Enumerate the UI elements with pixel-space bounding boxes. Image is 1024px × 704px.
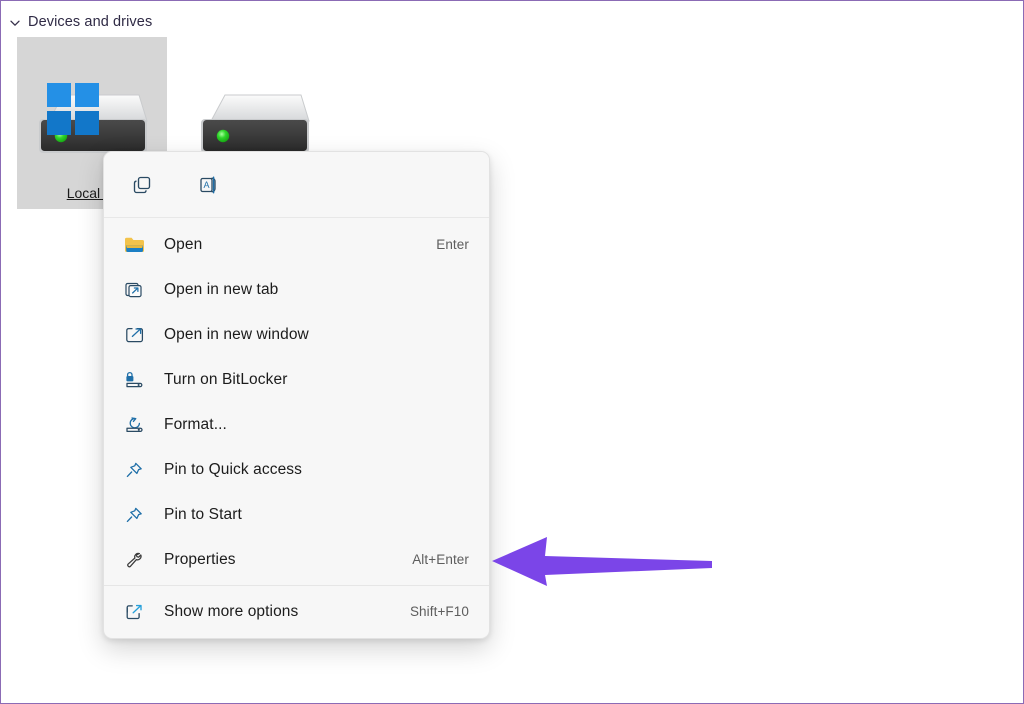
- context-menu-items: Open Enter Open in new tab Open in new w…: [104, 218, 489, 638]
- folder-open-icon: [124, 234, 150, 256]
- menu-item-label: Pin to Start: [164, 505, 242, 523]
- menu-item-label: Format...: [164, 415, 227, 433]
- menu-item-open-in-new-tab[interactable]: Open in new tab: [104, 267, 489, 312]
- open-new-tab-icon: [124, 279, 150, 301]
- menu-item-label: Show more options: [164, 602, 299, 620]
- windows-logo-icon: [47, 83, 99, 135]
- chevron-down-icon[interactable]: [9, 16, 21, 28]
- menu-item-label: Open in new window: [164, 325, 309, 343]
- screenshot-frame: Devices and drives Local Di A Open Enter…: [0, 0, 1024, 704]
- menu-item-format[interactable]: Format...: [104, 402, 489, 447]
- wrench-icon: [124, 549, 150, 571]
- context-menu-command-bar: A: [104, 152, 489, 218]
- bitlocker-icon: [124, 369, 150, 391]
- pin-icon: [124, 504, 150, 526]
- menu-item-label: Turn on BitLocker: [164, 370, 288, 388]
- menu-item-label: Open: [164, 235, 203, 253]
- menu-item-label: Pin to Quick access: [164, 460, 303, 478]
- hard-drive-icon: [193, 83, 315, 161]
- svg-text:A: A: [203, 180, 209, 190]
- copy-icon[interactable]: [124, 167, 160, 203]
- pin-icon: [124, 459, 150, 481]
- menu-item-label: Open in new tab: [164, 280, 279, 298]
- show-more-options-icon: [124, 601, 150, 623]
- menu-item-open-in-new-window[interactable]: Open in new window: [104, 312, 489, 357]
- menu-item-label: Properties: [164, 550, 236, 568]
- devices-and-drives-group-header[interactable]: Devices and drives: [9, 12, 152, 32]
- context-menu: A Open Enter Open in new tab Open in new…: [103, 151, 490, 639]
- group-header-label: Devices and drives: [28, 14, 153, 30]
- menu-separator: [104, 585, 489, 586]
- menu-item-accelerator: Enter: [436, 237, 469, 252]
- menu-item-show-more-options[interactable]: Show more options Shift+F10: [104, 589, 489, 634]
- menu-item-open[interactable]: Open Enter: [104, 222, 489, 267]
- open-new-window-icon: [124, 324, 150, 346]
- rename-icon[interactable]: A: [190, 167, 226, 203]
- menu-item-turn-on-bitlocker[interactable]: Turn on BitLocker: [104, 357, 489, 402]
- menu-item-properties[interactable]: Properties Alt+Enter: [104, 537, 489, 582]
- menu-item-accelerator: Shift+F10: [409, 604, 469, 619]
- format-drive-icon: [124, 414, 150, 436]
- menu-item-pin-to-start[interactable]: Pin to Start: [104, 492, 489, 537]
- menu-item-pin-to-quick-access[interactable]: Pin to Quick access: [104, 447, 489, 492]
- menu-item-accelerator: Alt+Enter: [412, 552, 469, 567]
- pointer-arrow: [490, 529, 715, 591]
